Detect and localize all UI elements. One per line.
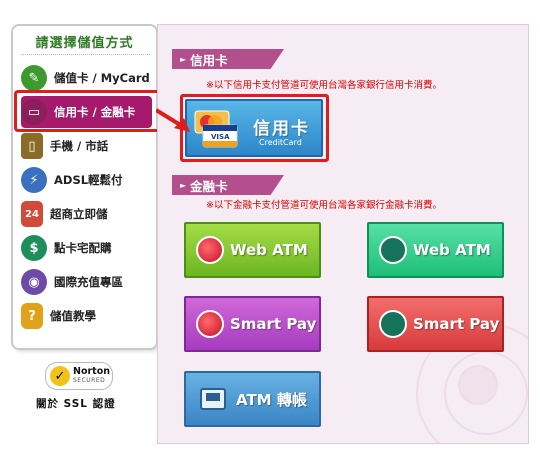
sidebar-item-tutorial[interactable]: ? 儲值教學 bbox=[21, 300, 152, 332]
norton-name: Norton bbox=[73, 366, 110, 377]
check-icon: ✓ bbox=[50, 366, 70, 386]
credit-card-subtitle: CreditCard bbox=[259, 138, 302, 147]
mountain-icon bbox=[379, 310, 407, 338]
norton-secured-badge[interactable]: ✓ Norton SECURED bbox=[45, 362, 113, 390]
smart-pay-button-2[interactable]: Smart Pay bbox=[367, 296, 504, 352]
chevron-right-icon: ► bbox=[180, 180, 187, 190]
smart-pay-button-1[interactable]: Smart Pay bbox=[184, 296, 321, 352]
sidebar-item-adsl[interactable]: ⚡ ADSL輕鬆付 bbox=[21, 164, 152, 196]
active-item-highlight bbox=[14, 90, 163, 132]
sidebar-item-label: 超商立即儲 bbox=[50, 207, 108, 221]
sidebar-title: 請選擇儲值方式 bbox=[35, 36, 134, 51]
sidebar-item-label: 點卡宅配購 bbox=[54, 241, 112, 255]
atm-transfer-button[interactable]: ATM 轉帳 bbox=[184, 371, 321, 427]
atm-screen-icon bbox=[200, 388, 226, 410]
sidebar-item-convenience-store[interactable]: 24 超商立即儲 bbox=[21, 198, 152, 230]
credit-card-title: 信用卡 bbox=[253, 119, 310, 139]
globe-icon: ◉ bbox=[21, 269, 47, 295]
red-arrow-icon bbox=[156, 108, 190, 132]
button-label: Smart Pay bbox=[230, 315, 317, 333]
credit-section-title: 信用卡 bbox=[190, 52, 228, 68]
adsl-icon: ⚡ bbox=[21, 167, 47, 193]
button-label: ATM 轉帳 bbox=[236, 390, 307, 409]
norton-sub: SECURED bbox=[73, 377, 106, 384]
credit-cards-icon: VISA bbox=[194, 110, 238, 148]
debit-notice: ※以下金融卡支付管道可使用台灣各家銀行金融卡消費。 bbox=[206, 200, 442, 211]
debit-section-title: 金融卡 bbox=[190, 178, 228, 194]
ssl-info-link[interactable]: 關於 SSL 認證 bbox=[36, 396, 116, 411]
svg-text:VISA: VISA bbox=[211, 133, 230, 141]
sidebar-item-phone[interactable]: ▯ 手機 / 市話 bbox=[21, 130, 152, 162]
house-dollar-icon: $ bbox=[21, 235, 47, 261]
sidebar-item-international[interactable]: ◉ 國際充值專區 bbox=[21, 266, 152, 298]
credit-notice: ※以下信用卡支付管道可使用台灣各家銀行信用卡消費。 bbox=[206, 80, 442, 91]
sidebar-item-label: 手機 / 市話 bbox=[50, 139, 109, 153]
sidebar-item-label: 國際充值專區 bbox=[54, 275, 123, 289]
button-label: Web ATM bbox=[413, 241, 491, 259]
sidebar-item-label: 儲值教學 bbox=[50, 309, 96, 323]
store-icon: 24 bbox=[21, 201, 43, 227]
sidebar-divider bbox=[21, 54, 150, 55]
web-atm-button-2[interactable]: Web ATM bbox=[367, 222, 504, 278]
help-icon: ? bbox=[21, 303, 43, 329]
web-atm-button-1[interactable]: Web ATM bbox=[184, 222, 321, 278]
mycard-icon: ✎ bbox=[21, 65, 47, 91]
credit-section-tag: ► 信用卡 bbox=[172, 49, 284, 69]
sidebar-item-label: 儲值卡 / MyCard bbox=[54, 71, 150, 85]
decorative-circle bbox=[458, 365, 498, 405]
button-label: Web ATM bbox=[230, 241, 308, 259]
phone-icon: ▯ bbox=[21, 133, 43, 159]
payment-method-sidebar: 請選擇儲值方式 ✎ 儲值卡 / MyCard ▭ 信用卡 / 金融卡 ▯ 手機 … bbox=[11, 24, 158, 350]
sidebar-item-home-delivery[interactable]: $ 點卡宅配購 bbox=[21, 232, 152, 264]
mountain-icon bbox=[379, 236, 407, 264]
credit-card-button[interactable]: VISA 信用卡 CreditCard bbox=[185, 99, 323, 157]
mylife-icon bbox=[196, 310, 224, 338]
button-label: Smart Pay bbox=[413, 315, 500, 333]
chevron-right-icon: ► bbox=[180, 54, 187, 64]
debit-section-tag: ► 金融卡 bbox=[172, 175, 284, 195]
sidebar-item-label: ADSL輕鬆付 bbox=[54, 173, 123, 187]
mylife-icon bbox=[196, 236, 224, 264]
